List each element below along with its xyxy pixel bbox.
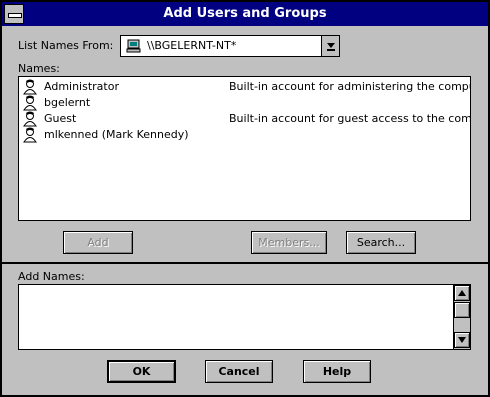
add-names-scrollbar[interactable] bbox=[453, 285, 470, 349]
list-item-description: Built-in account for guest access to the… bbox=[229, 112, 471, 125]
scroll-down-button[interactable] bbox=[454, 332, 470, 348]
list-item-name: Guest bbox=[44, 112, 77, 125]
list-item-name: mlkenned (Mark Kennedy) bbox=[44, 128, 189, 141]
list-item[interactable]: Administrator Built-in account for admin… bbox=[19, 79, 470, 95]
arrow-up-icon bbox=[458, 290, 466, 296]
section-divider bbox=[2, 262, 488, 264]
add-button[interactable]: Add bbox=[63, 231, 133, 254]
names-list[interactable]: Administrator Built-in account for admin… bbox=[18, 76, 471, 221]
title-bar: Add Users and Groups bbox=[2, 2, 488, 26]
add-names-textbox[interactable] bbox=[18, 284, 471, 350]
chevron-down-icon bbox=[326, 43, 335, 51]
cancel-button[interactable]: Cancel bbox=[205, 360, 273, 383]
list-item-name: Administrator bbox=[44, 80, 119, 93]
list-names-from-label-text: List Names From: bbox=[18, 39, 114, 52]
names-label: Names: bbox=[18, 62, 60, 75]
list-names-from-label: List Names From: bbox=[18, 39, 113, 52]
list-names-from-combo[interactable]: \\BGELERNT-NT* bbox=[120, 35, 340, 57]
arrow-down-icon bbox=[458, 337, 466, 343]
list-item[interactable]: Guest Built-in account for guest access … bbox=[19, 111, 471, 127]
combo-dropdown-button[interactable] bbox=[321, 36, 339, 56]
scroll-up-button[interactable] bbox=[454, 285, 470, 301]
list-names-from-value: \\BGELERNT-NT* bbox=[147, 39, 237, 52]
list-item[interactable]: bgelernt bbox=[19, 95, 470, 111]
list-item-description: Built-in account for administering the c… bbox=[229, 80, 470, 93]
scroll-thumb[interactable] bbox=[454, 302, 470, 318]
names-label-text: Names: bbox=[18, 62, 60, 75]
cancel-button-label: Cancel bbox=[218, 365, 260, 378]
add-names-label: Add Names: bbox=[18, 270, 85, 283]
list-item[interactable]: mlkenned (Mark Kennedy) bbox=[19, 127, 470, 146]
members-button-label: Members... bbox=[258, 236, 320, 249]
window-title: Add Users and Groups bbox=[163, 6, 327, 21]
help-button-label: Help bbox=[322, 365, 352, 378]
user-icon bbox=[22, 127, 38, 146]
search-button-label: Search... bbox=[356, 236, 406, 249]
add-button-label: Add bbox=[87, 236, 109, 249]
ok-button-label: OK bbox=[132, 365, 151, 378]
ok-button[interactable]: OK bbox=[107, 360, 176, 383]
search-button[interactable]: Search... bbox=[346, 231, 416, 254]
computer-icon bbox=[126, 39, 142, 57]
add-names-label-text: Add Names: bbox=[18, 270, 85, 283]
help-button[interactable]: Help bbox=[303, 360, 371, 383]
list-item-name: bgelernt bbox=[44, 96, 91, 109]
members-button[interactable]: Members... bbox=[251, 231, 327, 254]
